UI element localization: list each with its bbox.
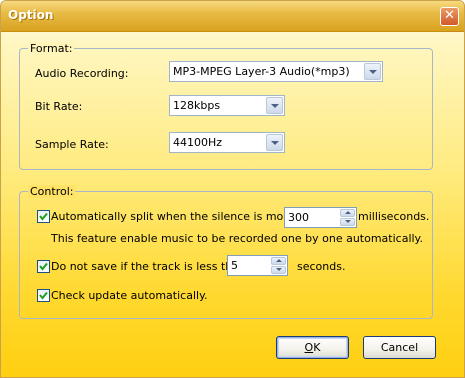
cancel-label: Cancel — [380, 341, 419, 354]
auto-split-checkbox[interactable] — [37, 210, 50, 223]
ok-button[interactable]: OK — [276, 336, 349, 359]
sample-rate-select[interactable]: 44100Hz — [169, 132, 285, 153]
check-update-label[interactable]: Check update automatically. — [51, 289, 208, 302]
seconds-unit: seconds. — [297, 260, 346, 273]
chevron-down-icon[interactable] — [266, 134, 283, 151]
audio-recording-value: MP3-MPEG Layer-3 Audio(*mp3) — [173, 65, 350, 78]
check-update-checkbox[interactable] — [37, 289, 50, 302]
option-dialog: Option ✕ Format: Audio Recording: MP3-MP… — [0, 0, 465, 378]
spin-down-icon[interactable] — [271, 266, 286, 274]
window-title: Option — [8, 8, 54, 22]
auto-split-label[interactable]: Automatically split when the silence is … — [51, 210, 323, 223]
cancel-button[interactable]: Cancel — [363, 336, 436, 359]
check-icon — [39, 262, 48, 271]
format-legend: Format: — [28, 42, 75, 55]
chevron-down-icon[interactable] — [364, 63, 381, 80]
auto-split-note: This feature enable music to be recorded… — [51, 232, 423, 245]
check-icon — [39, 291, 48, 300]
bit-rate-label: Bit Rate: — [35, 100, 83, 113]
skip-short-label[interactable]: Do not save if the track is less than — [51, 260, 246, 273]
check-icon — [39, 212, 48, 221]
silence-duration-value: 300 — [288, 211, 309, 224]
control-legend: Control: — [28, 185, 76, 198]
audio-recording-select[interactable]: MP3-MPEG Layer-3 Audio(*mp3) — [169, 61, 383, 82]
bit-rate-select[interactable]: 128kbps — [169, 95, 285, 116]
ok-mnemonic: O — [304, 341, 314, 354]
title-bar[interactable]: Option ✕ — [1, 1, 464, 32]
silence-duration-spinner[interactable]: 300 — [284, 207, 357, 228]
skip-short-checkbox[interactable] — [37, 260, 50, 273]
close-icon: ✕ — [444, 8, 455, 23]
ok-label-rest: K — [313, 341, 321, 354]
sample-rate-label: Sample Rate: — [35, 138, 109, 151]
milliseconds-unit: milliseconds. — [358, 210, 430, 223]
spin-up-icon[interactable] — [271, 257, 286, 265]
spin-down-icon[interactable] — [340, 218, 355, 226]
min-track-length-spinner[interactable]: 5 — [227, 255, 288, 276]
min-track-length-value: 5 — [231, 259, 238, 272]
chevron-down-icon[interactable] — [266, 97, 283, 114]
spin-up-icon[interactable] — [340, 209, 355, 217]
sample-rate-value: 44100Hz — [173, 136, 223, 149]
bit-rate-value: 128kbps — [173, 99, 221, 112]
audio-recording-label: Audio Recording: — [35, 67, 129, 80]
close-button[interactable]: ✕ — [440, 7, 459, 26]
